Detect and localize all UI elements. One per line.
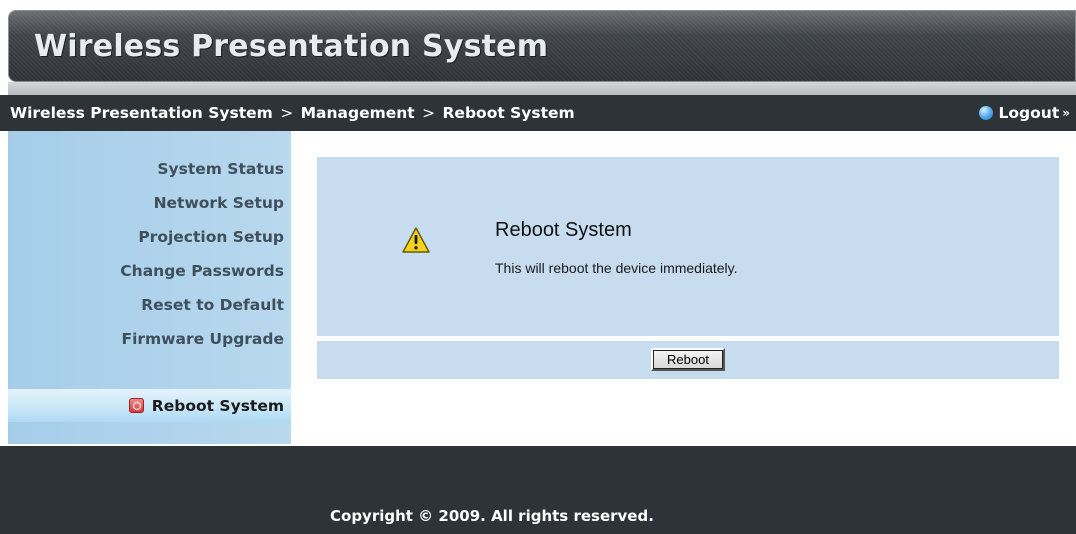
sidebar-item-reset-to-default[interactable]: Reset to Default <box>141 296 284 314</box>
logout-label: Logout <box>998 104 1060 122</box>
logout-arrow-icon: » <box>1062 106 1070 120</box>
breadcrumb-item-management[interactable]: Management <box>301 104 415 122</box>
breadcrumb-separator: > <box>280 104 294 122</box>
power-icon <box>128 398 144 413</box>
warning-icon <box>402 227 430 253</box>
copyright-text: Copyright © 2009. All rights reserved. <box>330 507 654 525</box>
breadcrumb-bar: Wireless Presentation System > Managemen… <box>0 95 1076 131</box>
sidebar-item-system-status[interactable]: System Status <box>157 160 284 178</box>
banner-bottom-strip <box>8 82 1076 95</box>
breadcrumb-item-home[interactable]: Wireless Presentation System <box>10 104 273 122</box>
reboot-button[interactable]: Reboot <box>651 348 725 371</box>
header-banner: Wireless Presentation System <box>8 10 1076 82</box>
sidebar-item-network-setup[interactable]: Network Setup <box>154 194 284 212</box>
logout-link[interactable]: Logout » <box>978 104 1070 122</box>
sidebar-item-reboot-system[interactable]: Reboot System <box>8 389 291 422</box>
reboot-panel: Reboot System This will reboot the devic… <box>317 157 1059 336</box>
sidebar-item-projection-setup[interactable]: Projection Setup <box>138 228 284 246</box>
sidebar-item-firmware-upgrade[interactable]: Firmware Upgrade <box>121 330 284 348</box>
sidebar: System Status Network Setup Projection S… <box>8 131 291 444</box>
globe-icon <box>978 106 993 120</box>
sidebar-item-label: Reboot System <box>151 396 284 415</box>
breadcrumb-separator: > <box>422 104 436 122</box>
breadcrumb: Wireless Presentation System > Managemen… <box>10 104 575 122</box>
footer: Copyright © 2009. All rights reserved. <box>0 446 1076 534</box>
page-title: Reboot System <box>495 219 632 241</box>
reboot-description: This will reboot the device immediately. <box>495 260 738 276</box>
breadcrumb-item-current: Reboot System <box>442 104 575 122</box>
app-title: Wireless Presentation System <box>34 29 549 64</box>
button-bar: Reboot <box>317 341 1059 379</box>
sidebar-item-change-passwords[interactable]: Change Passwords <box>120 262 284 280</box>
